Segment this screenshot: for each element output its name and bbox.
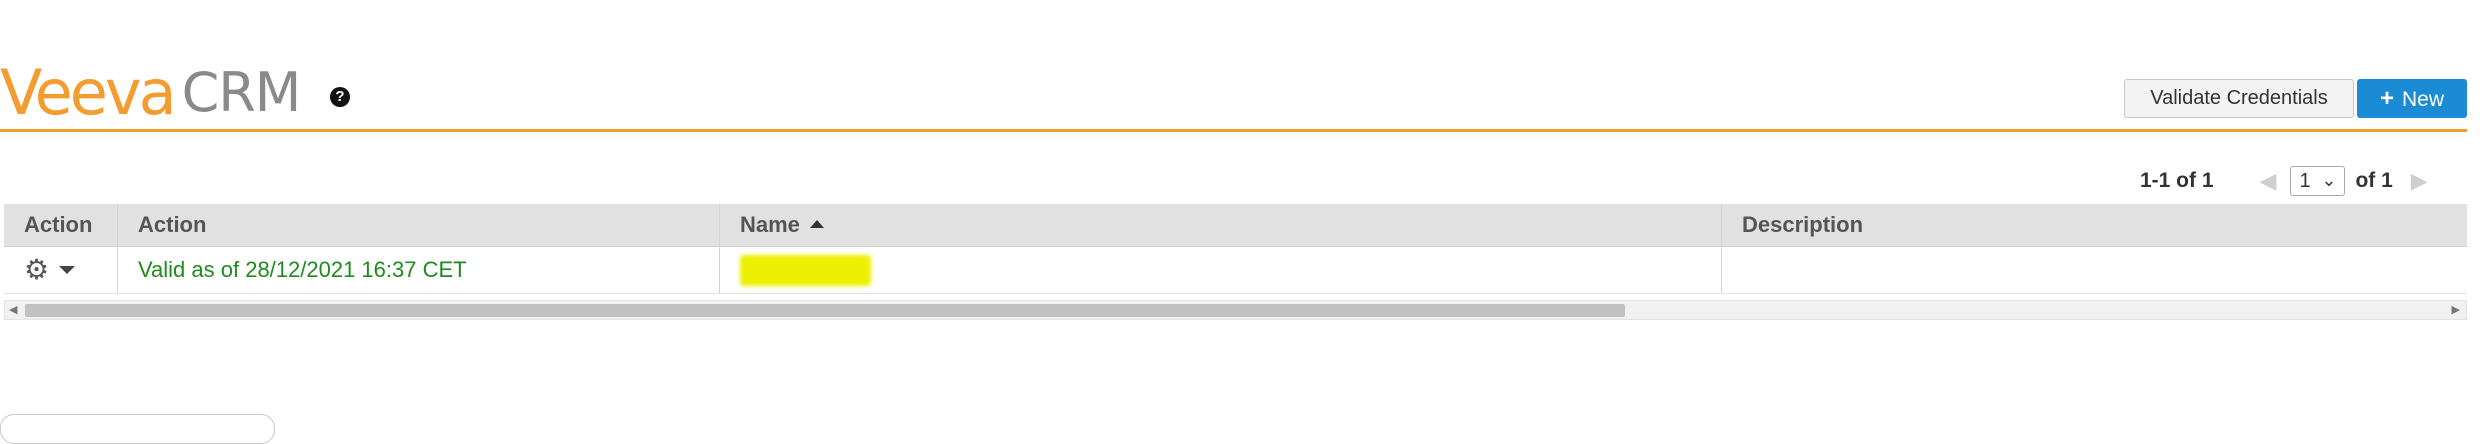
scroll-left-icon[interactable]: ◀ [9,301,17,319]
pagination: 1-1 of 1 ◀ 1 ⌄ of 1 ▶ [2140,166,2428,196]
logo-crm-text: CRM [181,61,302,124]
scrollbar-thumb[interactable] [25,304,1625,317]
record-count: 1-1 of 1 [2140,169,2214,192]
table-row: ⚙ Valid as of 28/12/2021 16:37 CET [4,247,2467,294]
name-value-redacted[interactable] [740,254,872,286]
header-divider [0,129,2467,132]
row-status: Valid as of 28/12/2021 16:37 CET [118,247,720,293]
chevron-down-icon: ⌄ [2321,170,2337,190]
help-icon[interactable]: ? [330,87,350,107]
gear-icon[interactable]: ⚙ [24,256,49,284]
new-button-label: New [2402,88,2445,111]
row-description [1722,247,2467,293]
bottom-control[interactable] [0,414,275,444]
column-header-action[interactable]: Action [118,204,720,246]
column-header-name[interactable]: Name [720,204,1722,246]
credentials-table: Action Action Name Description ⚙ Valid a… [4,204,2467,294]
sort-ascending-icon [809,219,824,228]
new-button[interactable]: + New [2357,79,2467,118]
validate-credentials-button[interactable]: Validate Credentials [2124,79,2354,118]
validation-status: Valid as of 28/12/2021 16:37 CET [138,257,467,282]
caret-down-icon[interactable] [59,266,76,274]
row-name[interactable] [720,247,1722,293]
veeva-crm-logo: Veeva CRM [0,56,302,129]
plus-icon: + [2379,85,2394,112]
page-select-value: 1 [2299,170,2311,192]
horizontal-scrollbar[interactable]: ◀ ▶ [4,300,2467,320]
page-select[interactable]: 1 ⌄ [2290,166,2346,196]
column-header-action-menu: Action [4,204,118,246]
table-header: Action Action Name Description [4,204,2467,247]
previous-page-icon[interactable]: ◀ [2260,168,2277,194]
page-total: of 1 [2355,169,2393,192]
scroll-right-icon[interactable]: ▶ [2452,301,2460,319]
description-value-redacted [1742,259,1831,282]
next-page-icon[interactable]: ▶ [2411,168,2428,194]
row-action-menu[interactable]: ⚙ [4,247,118,293]
column-header-description[interactable]: Description [1722,204,2467,246]
logo-veeva-text: Veeva [0,56,177,129]
